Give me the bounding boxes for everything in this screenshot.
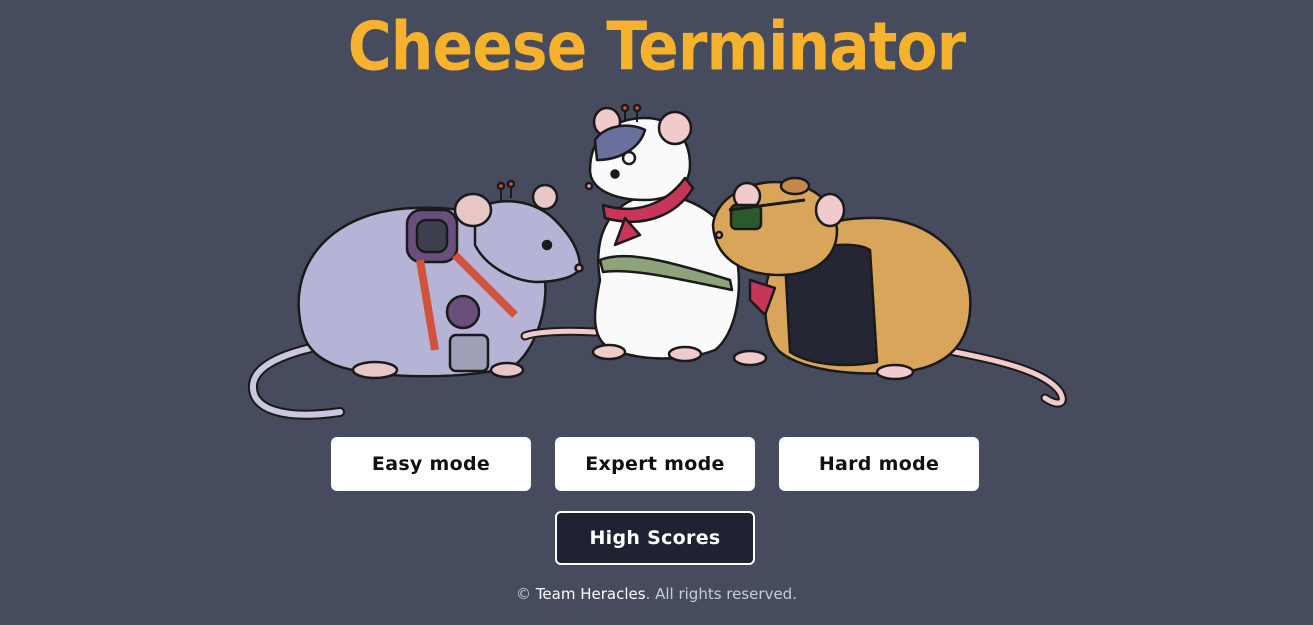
lavender-rat bbox=[248, 179, 584, 420]
expert-mode-button[interactable]: Expert mode bbox=[555, 437, 755, 491]
copyright-symbol: © bbox=[516, 585, 532, 603]
hard-mode-button[interactable]: Hard mode bbox=[779, 437, 979, 491]
orange-rat bbox=[711, 176, 1067, 408]
team-name: Team Heracles bbox=[535, 585, 646, 603]
rights-text: . All rights reserved. bbox=[645, 585, 797, 603]
game-title: Cheese Terminator bbox=[347, 7, 966, 87]
footer: © Team Heracles. All rights reserved. bbox=[0, 585, 1313, 603]
hero-rats-illustration bbox=[248, 103, 1067, 420]
easy-mode-button[interactable]: Easy mode bbox=[331, 437, 531, 491]
high-scores-button[interactable]: High Scores bbox=[555, 511, 755, 565]
